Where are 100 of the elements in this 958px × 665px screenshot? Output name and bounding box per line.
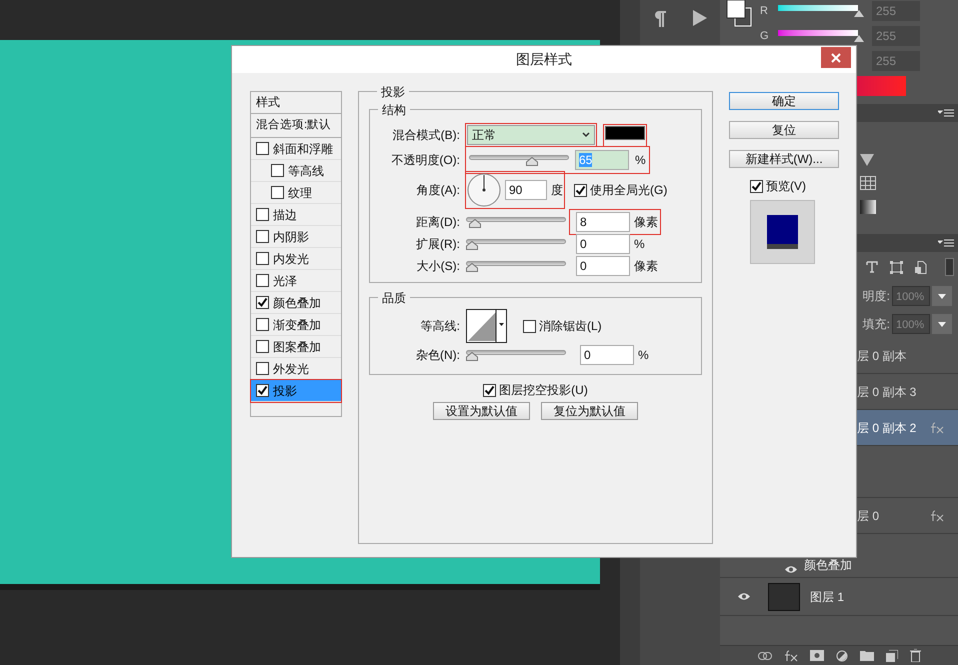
- list-item[interactable]: 纹理: [251, 182, 341, 204]
- list-item[interactable]: 渐变叠加: [251, 314, 341, 336]
- list-item[interactable]: 图案叠加: [251, 336, 341, 358]
- list-item[interactable]: 斜面和浮雕: [251, 138, 341, 160]
- dropdown-button[interactable]: [932, 286, 952, 306]
- unit-label: 像素: [634, 214, 658, 231]
- dialog-button[interactable]: 复位: [729, 121, 839, 139]
- half-circle-icon[interactable]: [836, 650, 848, 662]
- grid-icon[interactable]: [860, 176, 876, 190]
- triangle-icon[interactable]: [860, 154, 874, 166]
- dropdown-button[interactable]: [932, 314, 952, 334]
- slider-thumb[interactable]: [468, 219, 481, 228]
- color-swatches-icon[interactable]: [725, 0, 753, 28]
- slider[interactable]: [466, 349, 566, 361]
- unit-label: 度: [551, 182, 563, 199]
- input-field[interactable]: 8: [576, 212, 630, 232]
- checkbox[interactable]: [256, 296, 269, 309]
- field-label: 填充:: [862, 316, 890, 333]
- play-icon[interactable]: [693, 10, 707, 26]
- checkbox[interactable]: [750, 180, 763, 192]
- checkbox[interactable]: [523, 320, 536, 332]
- list-item[interactable]: 内发光: [251, 248, 341, 270]
- list-item[interactable]: 等高线: [251, 160, 341, 182]
- layer-thumbnail: [768, 582, 800, 610]
- caret-icon: [938, 294, 946, 298]
- field-label: 杂色(N):: [415, 347, 461, 364]
- field-label: 角度(A):: [416, 182, 461, 199]
- field-label: 距离(D):: [415, 214, 461, 231]
- gradient-icon[interactable]: [860, 200, 876, 214]
- list-item[interactable]: 颜色叠加: [251, 292, 341, 314]
- input-field[interactable]: 90: [505, 180, 547, 200]
- input-field[interactable]: 0: [576, 234, 630, 254]
- slider-thumb[interactable]: [466, 241, 478, 250]
- checkbox-label: 消除锯齿(L): [539, 318, 602, 335]
- dropdown[interactable]: 正常: [467, 125, 595, 145]
- checkbox[interactable]: [256, 362, 269, 375]
- angle-dial[interactable]: [467, 173, 501, 207]
- list-item[interactable]: 内阴影: [251, 226, 341, 248]
- slider[interactable]: [469, 154, 569, 166]
- paragraph-icon[interactable]: [653, 10, 667, 28]
- contour-picker[interactable]: [466, 309, 507, 343]
- unit-label: %: [634, 236, 645, 253]
- panel-menu-icon[interactable]: [938, 109, 954, 117]
- eye-icon[interactable]: [784, 565, 798, 574]
- checkbox[interactable]: [256, 142, 269, 155]
- mask-icon[interactable]: [810, 650, 824, 661]
- checkbox[interactable]: [271, 186, 284, 199]
- field-label: 大小(S):: [416, 258, 461, 275]
- list-item[interactable]: 光泽: [251, 270, 341, 292]
- section-title: 投影: [377, 83, 409, 101]
- caret-icon: [582, 132, 590, 138]
- checkbox[interactable]: [256, 318, 269, 331]
- list-item[interactable]: 混合选项:默认: [251, 114, 341, 138]
- checkbox-label: 使用全局光(G): [590, 182, 668, 199]
- fx-icon[interactable]: [784, 650, 798, 662]
- new-layer-icon[interactable]: [886, 650, 898, 662]
- checkbox[interactable]: [256, 252, 269, 265]
- slider-thumb[interactable]: [466, 352, 478, 361]
- link-icon[interactable]: [758, 652, 772, 660]
- input-field[interactable]: 0: [580, 345, 634, 365]
- slider-thumb[interactable]: [466, 263, 478, 272]
- field-label: 不透明度(O):: [390, 152, 461, 169]
- dialog-button[interactable]: 确定: [729, 92, 839, 110]
- checkbox[interactable]: [256, 340, 269, 353]
- list-item[interactable]: 描边: [251, 204, 341, 226]
- layer-row[interactable]: 图层 1: [720, 578, 958, 616]
- transform-icon[interactable]: [890, 260, 903, 274]
- list-item[interactable]: 投影: [251, 380, 341, 402]
- slider-thumb[interactable]: [854, 35, 864, 42]
- input-field[interactable]: 0: [576, 256, 630, 276]
- checkbox[interactable]: [574, 184, 587, 196]
- dialog-button[interactable]: 新建样式(W)...: [729, 150, 839, 168]
- slider[interactable]: [466, 260, 566, 272]
- color-swatch[interactable]: [605, 126, 645, 140]
- close-icon: [831, 52, 841, 62]
- checkbox[interactable]: [483, 384, 496, 396]
- filter-toggle-icon[interactable]: [945, 258, 954, 276]
- slider[interactable]: [466, 238, 566, 250]
- dialog-button[interactable]: 复位为默认值: [541, 402, 638, 420]
- close-button[interactable]: [821, 47, 851, 68]
- checkbox[interactable]: [256, 384, 269, 397]
- checkbox[interactable]: [271, 164, 284, 177]
- checkbox[interactable]: [256, 274, 269, 287]
- document-icon[interactable]: [915, 260, 927, 274]
- checkbox[interactable]: [256, 208, 269, 221]
- panel-menu-icon[interactable]: [938, 239, 954, 247]
- slider-thumb[interactable]: [854, 10, 864, 17]
- eye-icon[interactable]: [737, 592, 751, 601]
- slider[interactable]: [466, 216, 566, 228]
- list-header: 样式: [251, 92, 341, 114]
- trash-icon[interactable]: [910, 649, 920, 662]
- group-title: 结构: [378, 101, 410, 119]
- dialog-button[interactable]: 设置为默认值: [433, 402, 530, 420]
- field-label: 扩展(R):: [415, 236, 461, 253]
- window-title: 图层样式: [516, 50, 572, 69]
- slider-thumb[interactable]: [526, 157, 538, 166]
- folder-icon[interactable]: [860, 650, 874, 661]
- type-icon[interactable]: [866, 261, 878, 273]
- checkbox[interactable]: [256, 230, 269, 243]
- unit-label: 像素: [634, 258, 658, 275]
